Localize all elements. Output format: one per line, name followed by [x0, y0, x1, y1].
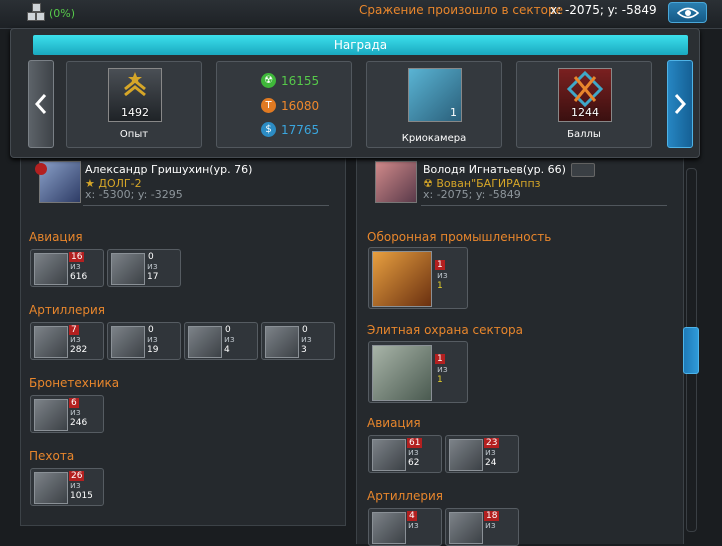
chevron-left-icon [35, 94, 47, 114]
experience-label: Опыт [119, 129, 149, 140]
scrollbar-thumb[interactable] [683, 327, 699, 374]
unit-image [372, 251, 432, 307]
category-title: Артиллерия [367, 489, 443, 503]
category-title: Бронетехника [29, 376, 120, 390]
category-title: Оборонная промышленность [367, 230, 552, 244]
cryochamber-icon: 1 [408, 68, 462, 122]
unit-image [372, 345, 432, 401]
player-coords[interactable]: x: -2075; y: -5849 [423, 188, 521, 201]
points-card: 1244 Баллы [516, 61, 652, 148]
rank-icon: 1492 [108, 68, 162, 122]
unit-image [449, 439, 483, 471]
unit-image [34, 326, 68, 358]
progress-percent: (0%) [49, 7, 76, 20]
points-value: 1244 [571, 106, 599, 119]
unit-card[interactable]: 7 из 282 [30, 322, 104, 360]
battle-coords[interactable]: x: -2075; y: -5849 [550, 3, 657, 17]
chevron-right-icon [674, 94, 686, 114]
unit-card[interactable]: 1 из 1 [368, 247, 468, 309]
unit-card[interactable]: 26 из 1015 [30, 468, 104, 506]
dice-icon [27, 3, 45, 21]
resources-card: ☢ 16155 T 16080 $ 17765 [216, 61, 352, 148]
category-title: Артиллерия [29, 303, 105, 317]
points-icon: 1244 [558, 68, 612, 122]
resource-radiation: ☢ 16155 [261, 73, 319, 88]
defender-panel: Володя Игнатьев(ур. 66) ☢ Вован"БАГИРАпп… [356, 150, 684, 546]
experience-card: 1492 Опыт [66, 61, 202, 148]
category-title: Авиация [367, 416, 421, 430]
experience-value: 1492 [121, 106, 149, 119]
unit-card[interactable]: 16 из 616 [30, 249, 104, 287]
unit-image [34, 253, 68, 285]
battle-message: Сражение произошло в секторе [359, 3, 563, 17]
credits-icon: $ [261, 122, 276, 137]
category-title: Пехота [29, 449, 75, 463]
player-name[interactable]: Володя Игнатьев(ур. 66) [423, 163, 566, 176]
unit-card[interactable]: 61 из 62 [368, 435, 442, 473]
player-coords[interactable]: x: -5300; y: -3295 [85, 188, 183, 201]
edit-icon[interactable] [571, 163, 595, 177]
unit-card[interactable]: 6 из 246 [30, 395, 104, 433]
cryo-count: 1 [450, 106, 457, 119]
unit-image [34, 472, 68, 504]
unit-card[interactable]: 0 из 3 [261, 322, 335, 360]
category-title: Элитная охрана сектора [367, 323, 524, 337]
unit-card[interactable]: 0 из 19 [107, 322, 181, 360]
cryo-card: 1 Криокамера [366, 61, 502, 148]
unit-card[interactable]: 0 из 17 [107, 249, 181, 287]
radiation-icon: ☢ [261, 73, 276, 88]
reward-title: Награда [33, 35, 688, 55]
divider [83, 205, 329, 206]
unit-image [372, 439, 406, 471]
resource-credits: $ 17765 [261, 122, 319, 137]
divider [421, 205, 667, 206]
unit-image [111, 253, 145, 285]
unit-image [111, 326, 145, 358]
eye-icon [676, 7, 699, 18]
category-title: Авиация [29, 230, 83, 244]
unit-card[interactable]: 0 из 4 [184, 322, 258, 360]
avatar[interactable] [375, 161, 417, 203]
titanium-icon: T [261, 98, 276, 113]
alliance-badge-icon [35, 163, 47, 175]
resource-titanium: T 16080 [261, 98, 319, 113]
next-arrow-button[interactable] [667, 60, 693, 148]
unit-image [449, 512, 483, 544]
unit-image [265, 326, 299, 358]
prev-arrow-button[interactable] [28, 60, 54, 148]
attacker-panel: Александр Гришухин(ур. 76) ★ ДОЛГ-2 x: -… [20, 150, 346, 526]
unit-card[interactable]: 1 из 1 [368, 341, 468, 403]
points-label: Баллы [567, 129, 601, 140]
cryo-label: Криокамера [401, 133, 467, 144]
player-name[interactable]: Александр Гришухин(ур. 76) [85, 163, 252, 176]
unit-image [188, 326, 222, 358]
unit-image [34, 399, 68, 431]
unit-card[interactable]: 23 из 24 [445, 435, 519, 473]
reward-panel: Награда 1492 Опыт ☢ 16155 T 16080 $ 1776… [10, 28, 700, 158]
view-button[interactable] [668, 2, 707, 23]
top-bar: (0%) Сражение произошло в секторе x: -20… [0, 0, 722, 29]
unit-card[interactable]: 18 из [445, 508, 519, 546]
unit-image [372, 512, 406, 544]
unit-card[interactable]: 4 из [368, 508, 442, 546]
